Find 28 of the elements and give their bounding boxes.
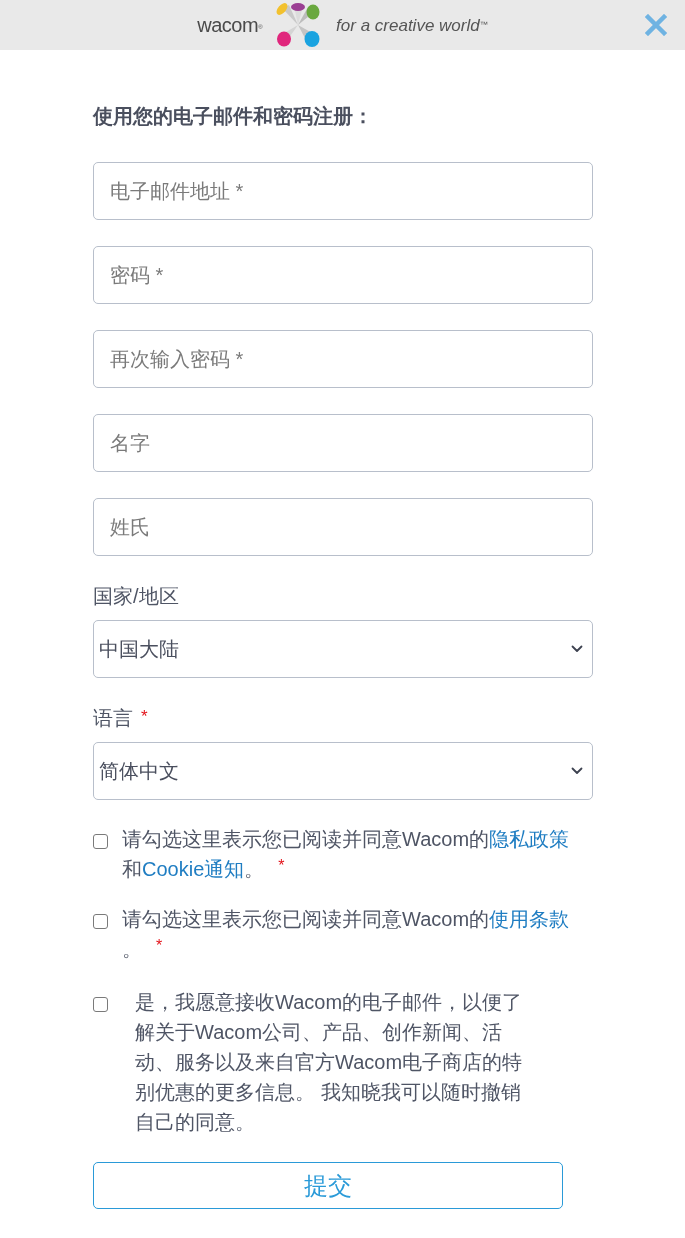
chevron-down-icon [571, 645, 583, 653]
policy-link[interactable]: 隐私政策 [489, 828, 570, 850]
form-heading: 使用您的电子邮件和密码注册： [93, 104, 374, 129]
language-select[interactable]: 简体中文 [93, 742, 593, 800]
checkbox[interactable] [93, 834, 108, 849]
policy-link[interactable]: 使用条款 [489, 908, 570, 930]
policy-link[interactable]: Cookie通知 [142, 858, 245, 880]
checkbox[interactable] [93, 997, 108, 1012]
brand-wordmark: wacom$^{®}$ [197, 15, 263, 35]
required-asterisk: * [278, 857, 285, 874]
confirm-password-field[interactable]: 再次输入密码 * [93, 330, 593, 388]
subscription-consent-text: 是，我愿意接收Wacom的电子邮件，以便了解关于Wacom公司、产品、创作新闻、活动、服务以及来自官方Wacom电子商店的特别优惠的更多信息。 我知晓我可以随时撤销自己的同意。 [135, 990, 524, 1135]
last-name-field[interactable]: 姓氏 [93, 498, 593, 556]
agreement-consent-text: 请勾选这里表示您已阅读并同意Wacom的隐私政策 和Cookie通知。 * [122, 827, 571, 882]
required-asterisk: * [141, 707, 148, 725]
language-label: 语言 [93, 706, 133, 731]
country-label: 国家/地区 [93, 584, 179, 609]
checkbox[interactable] [93, 914, 108, 929]
required-asterisk: * [156, 937, 163, 954]
agreement-consent-text: 请勾选这里表示您已阅读并同意Wacom的使用条款 。 * [122, 907, 571, 962]
close-icon [645, 14, 667, 36]
country-select[interactable]: 中国大陆 [93, 620, 593, 678]
password-field[interactable]: 密码 * [93, 246, 593, 304]
tagline: for a creative world$^{™}$ [336, 16, 488, 34]
email-field[interactable]: 电子邮件地址 * [93, 162, 593, 220]
first-name-field[interactable]: 名字 [93, 414, 593, 472]
submit-button[interactable]: 提交 [93, 1162, 563, 1209]
chevron-down-icon [571, 767, 583, 775]
